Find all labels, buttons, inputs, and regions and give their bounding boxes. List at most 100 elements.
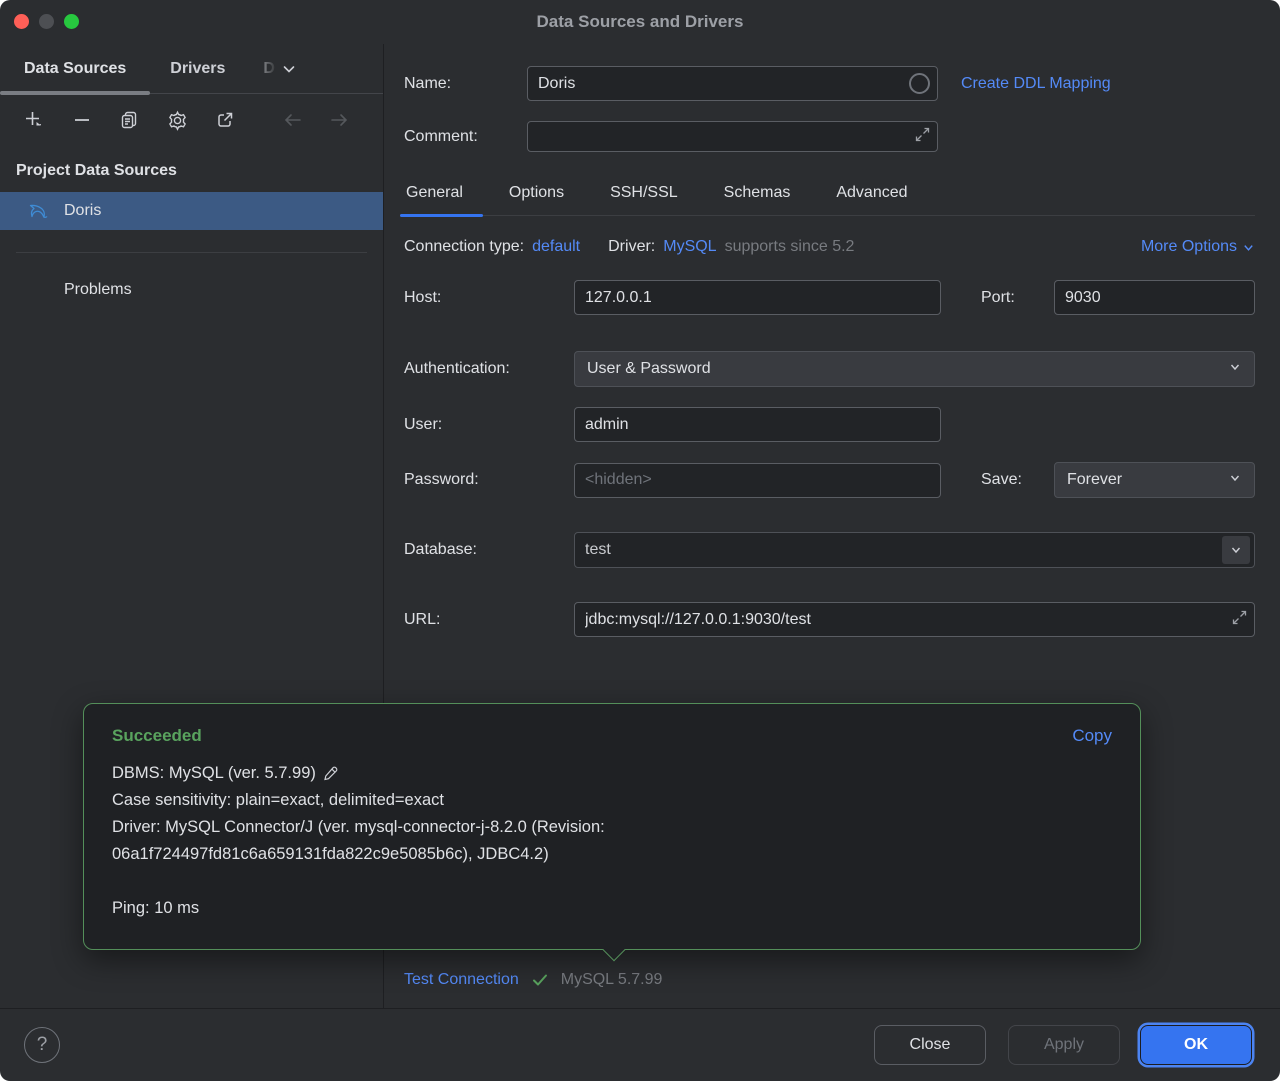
authentication-value: User & Password [587, 360, 711, 378]
copy-icon [119, 110, 139, 130]
comment-row: Comment: [404, 121, 1255, 152]
zoom-window-button[interactable] [64, 14, 79, 29]
gear-icon [167, 110, 188, 131]
driver-support-note: supports since 5.2 [725, 238, 855, 256]
tab-ddl-mappings-truncated[interactable]: D [245, 44, 279, 93]
export-data-source-button[interactable] [211, 106, 239, 134]
database-dropdown-button[interactable] [1222, 536, 1250, 564]
connection-type-value-link[interactable]: default [532, 238, 580, 256]
test-connection-result: MySQL 5.7.99 [561, 971, 663, 989]
expand-comment-icon[interactable] [915, 127, 930, 147]
minus-icon [72, 110, 92, 130]
user-input[interactable] [574, 407, 941, 442]
password-input[interactable] [574, 463, 941, 498]
database-combobox[interactable]: test [574, 532, 1255, 568]
sidebar-tabs: Data Sources Drivers D [0, 44, 383, 94]
name-input[interactable] [527, 66, 938, 101]
chevron-down-icon [1228, 360, 1242, 379]
connection-type-label: Connection type: [404, 238, 524, 256]
host-row: Host: Port: [404, 280, 1255, 315]
tab-overflow-chevron-icon[interactable] [281, 61, 297, 77]
url-input[interactable] [574, 602, 1255, 637]
data-source-item-doris[interactable]: Doris [0, 192, 383, 230]
password-row: Password: Save: Forever [404, 462, 1255, 498]
url-row: URL: [404, 602, 1255, 637]
tab-advanced[interactable]: Advanced [834, 172, 909, 215]
expand-url-icon[interactable] [1232, 610, 1247, 630]
edit-pencil-icon[interactable] [322, 765, 339, 782]
user-label: User: [404, 416, 574, 434]
authentication-label: Authentication: [404, 360, 574, 378]
database-value: test [585, 541, 611, 559]
url-label: URL: [404, 611, 574, 629]
window-controls [14, 14, 79, 29]
test-connection-row: Test Connection MySQL 5.7.99 [404, 962, 662, 998]
apply-button[interactable]: Apply [1008, 1025, 1120, 1065]
forward-button[interactable] [325, 106, 353, 134]
create-ddl-mapping-link[interactable]: Create DDL Mapping [961, 75, 1111, 93]
name-field-spinner-icon [909, 73, 930, 94]
database-row: Database: test [404, 532, 1255, 568]
sidebar-toolbar [0, 94, 383, 146]
user-row: User: [404, 407, 1255, 442]
sidebar-divider [16, 252, 367, 253]
tab-general[interactable]: General [404, 172, 465, 215]
data-source-properties-button[interactable] [163, 106, 191, 134]
tab-schemas[interactable]: Schemas [722, 172, 793, 215]
back-button[interactable] [279, 106, 307, 134]
close-button[interactable]: Close [874, 1025, 986, 1065]
remove-data-source-button[interactable] [68, 106, 96, 134]
popup-driver-line: Driver: MySQL Connector/J (ver. mysql-co… [112, 814, 772, 868]
driver-value-link[interactable]: MySQL [663, 238, 716, 256]
save-label: Save: [981, 471, 1022, 489]
more-options-link[interactable]: More Options [1141, 238, 1237, 256]
port-input[interactable] [1054, 280, 1255, 315]
open-in-new-icon [215, 110, 235, 130]
name-label: Name: [404, 75, 527, 93]
name-row: Name: Create DDL Mapping [404, 66, 1255, 101]
host-label: Host: [404, 289, 574, 307]
data-source-label: Doris [64, 202, 101, 220]
plus-icon [23, 109, 45, 131]
tab-ssh-ssl[interactable]: SSH/SSL [608, 172, 680, 215]
data-sources-dialog: Data Sources and Drivers Data Sources Dr… [0, 0, 1280, 1081]
question-mark-icon: ? [37, 1034, 48, 1056]
driver-label: Driver: [608, 238, 655, 256]
tab-options[interactable]: Options [507, 172, 566, 215]
authentication-select[interactable]: User & Password [574, 351, 1255, 387]
settings-tabs: General Options SSH/SSL Schemas Advanced [404, 172, 1255, 216]
authentication-row: Authentication: User & Password [404, 351, 1255, 387]
password-label: Password: [404, 471, 574, 489]
tab-drivers[interactable]: Drivers [150, 44, 245, 93]
comment-label: Comment: [404, 128, 527, 146]
test-connection-link[interactable]: Test Connection [404, 971, 519, 989]
add-data-source-button[interactable] [20, 106, 48, 134]
minimize-window-button[interactable] [39, 14, 54, 29]
help-button[interactable]: ? [24, 1027, 60, 1063]
save-value: Forever [1067, 471, 1122, 489]
popup-details: DBMS: MySQL (ver. 5.7.99) Case sensitivi… [112, 760, 772, 922]
close-window-button[interactable] [14, 14, 29, 29]
popup-ping-line: Ping: 10 ms [112, 895, 772, 922]
tab-data-sources[interactable]: Data Sources [0, 44, 150, 93]
arrow-left-icon [282, 109, 304, 131]
chevron-down-icon [1242, 241, 1255, 254]
save-select[interactable]: Forever [1054, 462, 1255, 498]
database-label: Database: [404, 541, 574, 559]
project-data-sources-header: Project Data Sources [0, 146, 383, 192]
duplicate-data-source-button[interactable] [116, 106, 144, 134]
problems-item[interactable]: Problems [0, 281, 383, 299]
mysql-dolphin-icon [28, 200, 50, 222]
popup-status-text: Succeeded [112, 726, 202, 746]
window-title: Data Sources and Drivers [537, 12, 744, 32]
chevron-down-icon [1228, 471, 1242, 490]
popup-copy-link[interactable]: Copy [1072, 726, 1112, 746]
comment-input[interactable] [527, 121, 938, 152]
host-input[interactable] [574, 280, 941, 315]
test-connection-popup: Succeeded Copy DBMS: MySQL (ver. 5.7.99)… [83, 703, 1141, 950]
connection-type-row: Connection type: default Driver: MySQL s… [404, 238, 1255, 256]
dialog-footer: ? Close Apply OK [0, 1008, 1280, 1081]
popup-header: Succeeded Copy [112, 726, 1112, 746]
ok-button[interactable]: OK [1140, 1025, 1252, 1065]
chevron-down-icon [1229, 543, 1243, 557]
